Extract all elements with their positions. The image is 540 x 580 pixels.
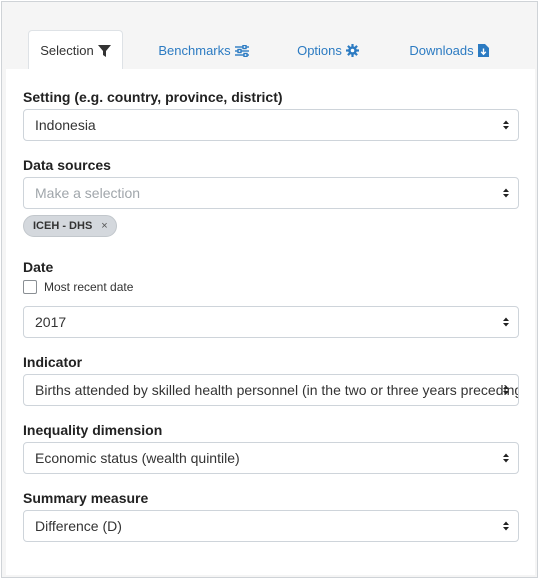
tab-selection[interactable]: Selection <box>28 30 123 71</box>
selection-panel: Setting (e.g. country, province, distric… <box>6 69 535 575</box>
tab-options-label: Options <box>297 43 342 58</box>
setting-select[interactable]: Indonesia <box>23 109 519 141</box>
data-sources-placeholder: Make a selection <box>35 185 141 201</box>
inequality-dimension-select[interactable]: Economic status (wealth quintile) <box>23 442 519 474</box>
date-label: Date <box>23 259 54 275</box>
select-caret-icon <box>503 120 509 130</box>
tab-benchmarks[interactable]: Benchmarks <box>156 30 251 71</box>
tab-bar: Selection Benchmarks Options Downloads <box>6 6 535 71</box>
gear-icon <box>345 44 359 57</box>
summary-measure-value: Difference (D) <box>35 518 122 534</box>
setting-value: Indonesia <box>35 117 96 133</box>
summary-measure-label: Summary measure <box>23 490 149 506</box>
inequality-dimension-value: Economic status (wealth quintile) <box>35 450 240 466</box>
summary-measure-select[interactable]: Difference (D) <box>23 510 519 542</box>
date-value: 2017 <box>35 314 67 330</box>
indicator-label: Indicator <box>23 354 83 370</box>
setting-label: Setting (e.g. country, province, distric… <box>23 89 283 105</box>
tab-options[interactable]: Options <box>288 30 368 71</box>
file-download-icon <box>477 44 489 57</box>
data-sources-select[interactable]: Make a selection <box>23 177 519 209</box>
select-caret-icon <box>503 188 509 198</box>
select-caret-icon <box>503 385 509 395</box>
data-source-chip: ICEH - DHS × <box>23 215 117 237</box>
filter-icon <box>97 44 111 57</box>
select-caret-icon <box>503 521 509 531</box>
select-caret-icon <box>503 317 509 327</box>
chip-remove-button[interactable]: × <box>101 220 107 232</box>
tab-benchmarks-label: Benchmarks <box>158 43 231 58</box>
sliders-icon <box>234 44 249 57</box>
most-recent-date-checkbox[interactable] <box>23 280 37 294</box>
tab-downloads[interactable]: Downloads <box>404 30 494 71</box>
tab-downloads-label: Downloads <box>409 43 474 58</box>
indicator-value: Births attended by skilled health person… <box>35 382 518 398</box>
date-select[interactable]: 2017 <box>23 306 519 338</box>
app-window: Selection Benchmarks Options Downloads S… <box>1 1 538 578</box>
chip-label: ICEH - DHS <box>33 220 93 232</box>
indicator-select[interactable]: Births attended by skilled health person… <box>23 374 519 406</box>
data-sources-label: Data sources <box>23 157 111 173</box>
most-recent-date-row: Most recent date <box>23 280 133 294</box>
inequality-dimension-label: Inequality dimension <box>23 422 163 438</box>
tab-selection-label: Selection <box>40 43 94 58</box>
select-caret-icon <box>503 453 509 463</box>
most-recent-date-label: Most recent date <box>44 280 134 294</box>
